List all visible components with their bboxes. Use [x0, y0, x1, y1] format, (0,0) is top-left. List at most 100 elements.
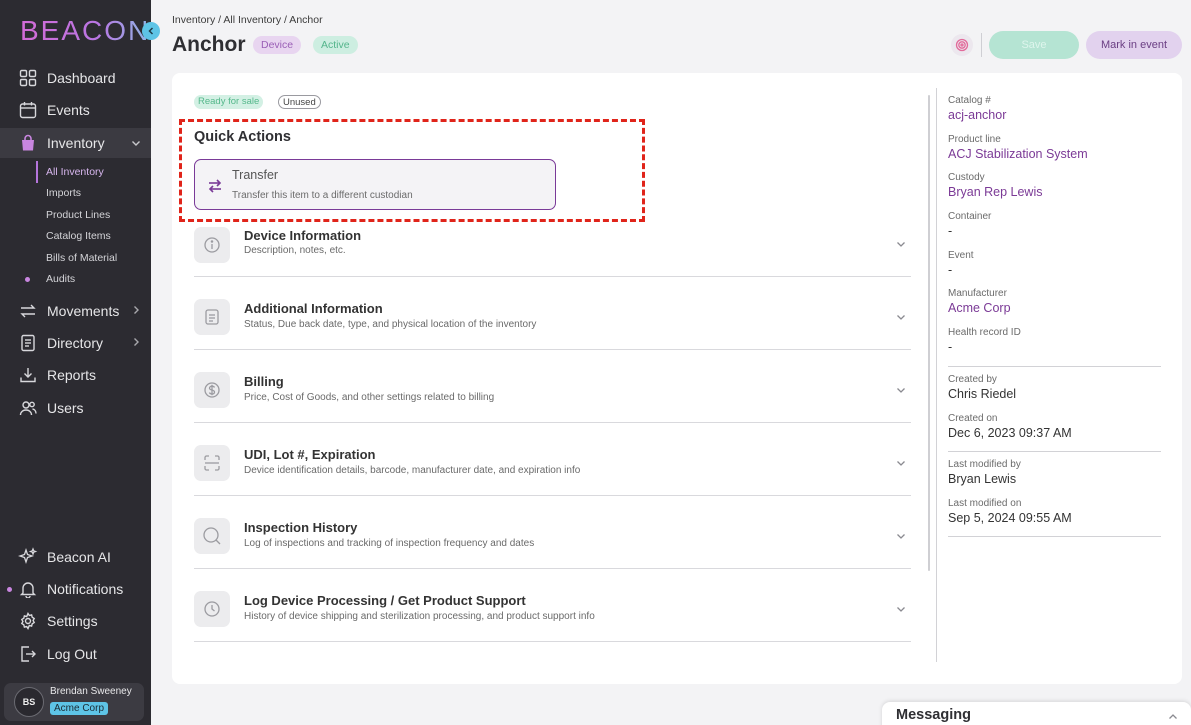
chevron-down-icon	[897, 607, 905, 612]
transfer-description: Transfer this item to a different custod…	[232, 190, 413, 201]
transfer-action-button[interactable]: Transfer Transfer this item to a differe…	[194, 159, 556, 210]
field-label: Product line	[948, 134, 1001, 145]
section-title: Additional Information	[244, 301, 383, 316]
sidebar-sub-catalog-items[interactable]: Catalog Items	[36, 226, 151, 248]
field-value: Sep 5, 2024 09:55 AM	[948, 511, 1072, 525]
inventory-submenu: All Inventory Imports Product Lines Cata…	[25, 161, 151, 291]
ready-for-sale-tag: Ready for sale	[194, 95, 264, 109]
details-separator	[948, 366, 1161, 367]
modified-on-field: Last modified on Sep 5, 2024 09:55 AM	[948, 498, 1161, 525]
section-inspection-history[interactable]: Inspection History Log of inspections an…	[194, 496, 911, 569]
chevron-down-icon	[897, 388, 905, 393]
sidebar-item-label: Users	[47, 400, 84, 416]
sidebar-item-inventory[interactable]: Inventory	[0, 128, 151, 158]
sidebar-item-label: Events	[47, 102, 90, 118]
sidebar-item-events[interactable]: Events	[0, 96, 151, 124]
health-record-field: Health record ID -	[948, 327, 1161, 354]
field-label: Custody	[948, 172, 985, 183]
sidebar-item-users[interactable]: Users	[0, 394, 151, 422]
section-log-device-processing[interactable]: Log Device Processing / Get Product Supp…	[194, 569, 911, 642]
user-name: Brendan Sweeney	[50, 686, 132, 697]
sidebar-item-label: Inventory	[47, 135, 105, 151]
chevron-down-icon	[132, 141, 140, 146]
chevron-down-icon	[897, 315, 905, 320]
details-divider	[936, 88, 937, 662]
custody-field: Custody Bryan Rep Lewis	[948, 172, 1161, 199]
chevron-down-icon	[897, 534, 905, 539]
sidebar-item-label: Reports	[47, 367, 97, 383]
section-title: UDI, Lot #, Expiration	[244, 447, 376, 462]
unused-tag: Unused	[278, 95, 321, 109]
target-button[interactable]	[951, 34, 973, 56]
avatar: BS	[14, 687, 44, 717]
sidebar-sub-bills-of-material[interactable]: Bills of Material	[36, 247, 151, 269]
sidebar: BEACON Dashboard Events Inventory All In…	[0, 0, 151, 725]
section-description: Price, Cost of Goods, and other settings…	[244, 392, 495, 403]
transfer-title: Transfer	[232, 168, 279, 182]
chevron-down-icon	[897, 461, 905, 466]
section-additional-information[interactable]: Additional Information Status, Due back …	[194, 277, 911, 350]
document-icon	[194, 299, 230, 335]
sparkle-icon	[18, 547, 38, 567]
breadcrumb[interactable]: Inventory / All Inventory / Anchor	[172, 14, 323, 26]
section-title: Billing	[244, 374, 284, 389]
sidebar-item-reports[interactable]: Reports	[0, 361, 151, 389]
user-profile[interactable]: BS Brendan Sweeney Acme Corp	[4, 683, 144, 721]
gear-icon	[18, 611, 38, 631]
section-device-information[interactable]: Device Information Description, notes, e…	[194, 212, 911, 277]
details-separator	[948, 451, 1161, 452]
section-description: Log of inspections and tracking of inspe…	[244, 538, 535, 549]
sidebar-item-settings[interactable]: Settings	[0, 607, 151, 635]
sidebar-item-label: Settings	[47, 613, 98, 629]
download-icon	[18, 365, 38, 385]
catalog-number-link[interactable]: acj-anchor	[948, 108, 1161, 122]
manufacturer-link[interactable]: Acme Corp	[948, 301, 1161, 315]
sidebar-item-label: Dashboard	[47, 70, 116, 86]
sidebar-sub-imports[interactable]: Imports	[36, 183, 151, 205]
mark-in-event-button[interactable]: Mark in event	[1086, 31, 1182, 59]
user-org-badge: Acme Corp	[50, 702, 109, 715]
save-button[interactable]: Save	[989, 31, 1079, 59]
logo-text: BEACON	[20, 15, 151, 46]
manufacturer-field: Manufacturer Acme Corp	[948, 288, 1161, 315]
sidebar-collapse-button[interactable]	[142, 22, 160, 40]
details-separator	[948, 536, 1161, 537]
chevron-right-icon	[134, 306, 139, 314]
bag-icon	[18, 133, 38, 153]
section-description: History of device shipping and steriliza…	[244, 611, 595, 622]
product-line-link[interactable]: ACJ Stabilization System	[948, 147, 1161, 161]
sidebar-item-beacon-ai[interactable]: Beacon AI	[0, 543, 151, 571]
bell-icon	[18, 579, 38, 599]
field-label: Event	[948, 250, 974, 261]
sidebar-item-label: Movements	[47, 303, 120, 319]
section-description: Device identification details, barcode, …	[244, 465, 581, 476]
beacon-logo[interactable]: BEACON	[20, 8, 150, 54]
section-title: Device Information	[244, 228, 362, 243]
messaging-title: Messaging	[896, 707, 971, 723]
sidebar-sub-audits[interactable]: Audits	[25, 269, 151, 291]
clock-icon	[194, 591, 230, 627]
chevron-right-icon	[134, 338, 139, 346]
field-label: Created by	[948, 374, 997, 385]
sidebar-item-directory[interactable]: Directory	[0, 329, 151, 357]
sidebar-item-label: Beacon AI	[47, 549, 111, 565]
sidebar-item-label: Notifications	[47, 581, 124, 597]
sidebar-sub-product-lines[interactable]: Product Lines	[36, 204, 151, 226]
sidebar-sub-all-inventory[interactable]: All Inventory	[36, 161, 151, 183]
quick-actions-title: Quick Actions	[194, 129, 291, 145]
modified-by-field: Last modified by Bryan Lewis	[948, 459, 1161, 486]
info-icon	[194, 227, 230, 263]
field-value: -	[948, 263, 953, 277]
messaging-panel[interactable]: Messaging	[882, 702, 1191, 725]
custody-link[interactable]: Bryan Rep Lewis	[948, 185, 1161, 199]
dollar-icon	[194, 372, 230, 408]
created-on-field: Created on Dec 6, 2023 09:37 AM	[948, 413, 1161, 440]
content-scrollbar[interactable]	[928, 95, 930, 571]
sidebar-item-notifications[interactable]: Notifications	[0, 575, 151, 603]
sidebar-item-logout[interactable]: Log Out	[0, 640, 151, 668]
chevron-down-icon	[897, 242, 905, 247]
section-udi-lot-expiration[interactable]: UDI, Lot #, Expiration Device identifica…	[194, 423, 911, 496]
sidebar-item-movements[interactable]: Movements	[0, 297, 151, 325]
section-billing[interactable]: Billing Price, Cost of Goods, and other …	[194, 350, 911, 423]
sidebar-item-dashboard[interactable]: Dashboard	[0, 64, 151, 92]
